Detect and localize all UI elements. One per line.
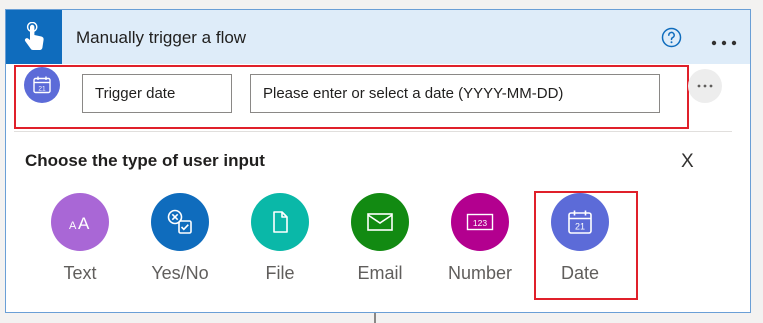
input-description-field[interactable]: [250, 74, 660, 113]
close-button[interactable]: X: [681, 151, 694, 173]
help-circle-icon[interactable]: [661, 27, 682, 48]
more-horizontal-icon[interactable]: [710, 34, 738, 46]
input-type-label: Number: [447, 263, 513, 283]
param-more-button[interactable]: [688, 69, 722, 103]
date-option-highlight: [534, 191, 638, 300]
input-type-yes-no[interactable]: Yes/No: [145, 193, 215, 284]
input-type-number[interactable]: 123 Number: [445, 193, 515, 284]
input-type-email[interactable]: Email: [345, 193, 415, 284]
input-type-text[interactable]: A A Text: [45, 193, 115, 284]
svg-text:21: 21: [38, 86, 46, 93]
text-icon: A A: [51, 193, 109, 251]
input-type-title: Choose the type of user input: [25, 151, 265, 170]
calendar-icon: 21: [24, 67, 60, 103]
input-type-label: Yes/No: [151, 263, 209, 283]
input-name-field[interactable]: [82, 74, 232, 113]
input-type-label: Text: [63, 263, 97, 283]
email-icon: [351, 193, 409, 251]
svg-text:A: A: [69, 220, 77, 232]
input-type-file[interactable]: File: [245, 193, 315, 284]
input-type-label: File: [265, 263, 295, 283]
flow-connector: [374, 313, 376, 323]
svg-text:123: 123: [473, 218, 487, 228]
svg-text:A: A: [78, 214, 90, 233]
more-horizontal-icon: [697, 84, 713, 88]
file-icon: [251, 193, 309, 251]
number-icon: 123: [451, 193, 509, 251]
yes-no-icon: [151, 193, 209, 251]
header-title: Manually trigger a flow: [76, 28, 247, 47]
trigger-header[interactable]: Manually trigger a flow: [6, 10, 750, 64]
divider: [14, 131, 732, 132]
touch-hand-icon: [6, 10, 62, 64]
input-type-label: Email: [357, 263, 403, 283]
